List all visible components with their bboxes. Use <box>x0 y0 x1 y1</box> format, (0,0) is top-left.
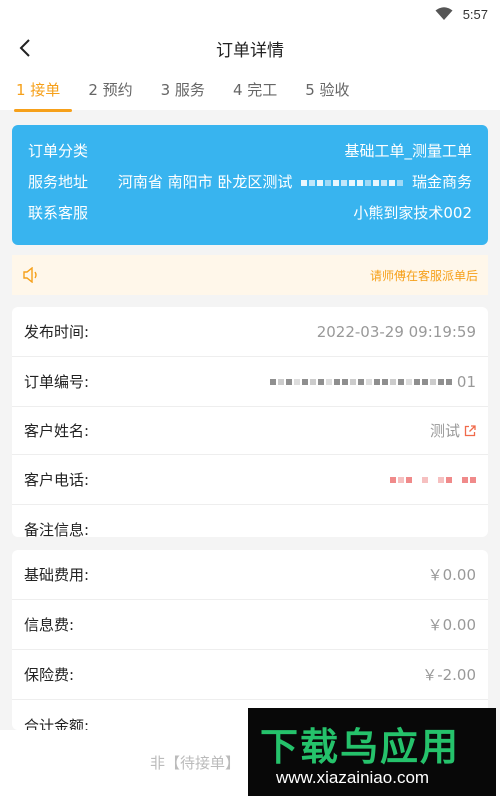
base-fee-value: ￥0.00 <box>427 566 476 584</box>
customer-name-label: 客户姓名: <box>24 422 90 440</box>
insurance-fee-label: 保险费: <box>24 666 75 684</box>
order-number-label: 订单编号: <box>24 373 90 391</box>
remark-label: 备注信息: <box>24 520 90 539</box>
customer-name-text: 测试 <box>429 422 460 440</box>
order-number-value: 01 <box>270 373 476 391</box>
wifi-icon <box>435 7 453 20</box>
tab-service[interactable]: 3 服务 <box>161 71 205 108</box>
redacted-phone <box>390 477 476 483</box>
order-detail-card: 发布时间: 2022-03-29 09:19:59 订单编号: 01 客户姓名:… <box>12 307 488 539</box>
base-fee-label: 基础费用: <box>24 566 90 584</box>
customer-name-row: 客户姓名: 测试 <box>12 407 488 455</box>
customer-phone-row: 客户电话: <box>12 455 488 505</box>
redacted-order-number <box>270 379 453 385</box>
watermark-url: www.xiazainiao.com <box>276 768 430 787</box>
info-fee-row: 信息费: ￥0.00 <box>12 600 488 650</box>
order-summary-card: 订单分类 基础工单_测量工单 服务地址 河南省 南阳市 卧龙区测试 瑞金商务 联… <box>12 125 488 245</box>
info-fee-value: ￥0.00 <box>427 616 476 634</box>
summary-contact-row: 联系客服 小熊到家技术002 <box>28 197 472 228</box>
order-number-suffix: 01 <box>456 372 476 391</box>
status-bar: 5:57 <box>0 0 500 28</box>
notice-bar: 请师傅在客服派单后 <box>12 255 488 295</box>
summary-address-row: 服务地址 河南省 南阳市 卧龙区测试 瑞金商务 <box>28 166 472 197</box>
status-time: 5:57 <box>462 6 488 22</box>
watermark-logo: 下载乌应用 www.xiazainiao.com <box>248 708 496 796</box>
address-prefix: 河南省 南阳市 卧龙区测试 <box>117 173 293 191</box>
category-label: 订单分类 <box>28 142 89 160</box>
remark-row: 备注信息: <box>12 505 488 553</box>
back-button[interactable] <box>12 35 38 61</box>
base-fee-row: 基础费用: ￥0.00 <box>12 550 488 600</box>
contact-label: 联系客服 <box>28 204 89 222</box>
insurance-fee-row: 保险费: ￥-2.00 <box>12 650 488 700</box>
watermark-title: 下载乌应用 <box>260 716 460 771</box>
address-suffix: 瑞金商务 <box>411 173 472 191</box>
top-nav: 订单详情 <box>0 28 500 68</box>
tab-complete[interactable]: 4 完工 <box>233 71 277 108</box>
category-value: 基础工单_测量工单 <box>344 142 472 160</box>
tab-accept[interactable]: 1 接单 <box>13 71 73 112</box>
address-value: 河南省 南阳市 卧龙区测试 瑞金商务 <box>118 171 472 192</box>
watermark-title-text: 下载乌应用 <box>260 725 461 769</box>
external-link-icon[interactable] <box>464 425 476 437</box>
info-fee-label: 信息费: <box>24 616 75 634</box>
tab-appointment[interactable]: 2 预约 <box>88 71 132 108</box>
publish-time-row: 发布时间: 2022-03-29 09:19:59 <box>12 307 488 357</box>
summary-category-row: 订单分类 基础工单_测量工单 <box>28 135 472 166</box>
fee-card: 基础费用: ￥0.00 信息费: ￥0.00 保险费: ￥-2.00 合计金额: <box>12 550 488 730</box>
address-label: 服务地址 <box>28 173 89 191</box>
redacted-address <box>301 179 404 186</box>
order-number-row: 订单编号: 01 <box>12 357 488 407</box>
chevron-left-icon <box>19 39 30 57</box>
tab-acceptance[interactable]: 5 验收 <box>305 71 349 108</box>
step-tabs: 1 接单 2 预约 3 服务 4 完工 5 验收 <box>0 68 500 112</box>
customer-phone-value[interactable] <box>390 471 476 489</box>
customer-name-value[interactable]: 测试 <box>430 420 476 441</box>
customer-phone-label: 客户电话: <box>24 471 90 489</box>
total-label: 合计金额: <box>24 716 90 731</box>
insurance-fee-value: ￥-2.00 <box>422 666 476 684</box>
speaker-icon <box>23 267 37 283</box>
notice-text: 请师傅在客服派单后 <box>369 268 478 283</box>
bottom-hint: 非【待接单】 <box>150 754 241 772</box>
publish-value: 2022-03-29 09:19:59 <box>316 322 476 341</box>
publish-label: 发布时间: <box>24 323 90 341</box>
contact-value: 小熊到家技术002 <box>353 204 472 222</box>
page-title: 订单详情 <box>216 40 284 60</box>
